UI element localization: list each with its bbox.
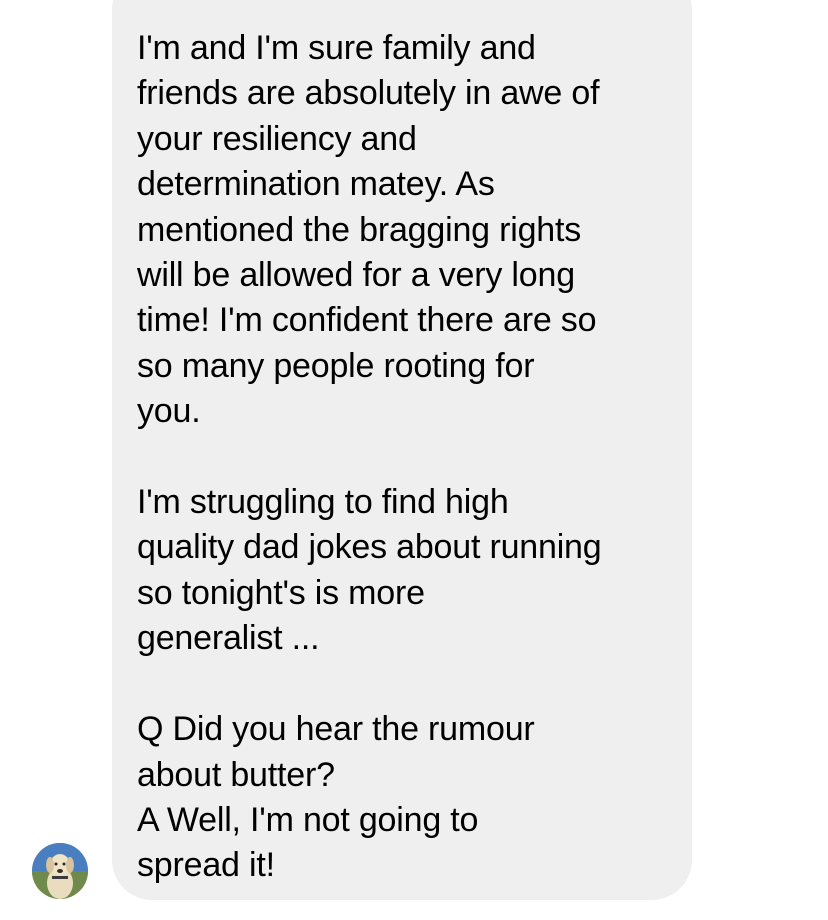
dog-avatar-icon — [32, 843, 88, 899]
message-text: I'm and I'm sure family and friends are … — [137, 29, 602, 885]
message-bubble[interactable]: I'm and I'm sure family and friends are … — [112, 0, 692, 900]
sender-avatar[interactable] — [32, 843, 88, 899]
